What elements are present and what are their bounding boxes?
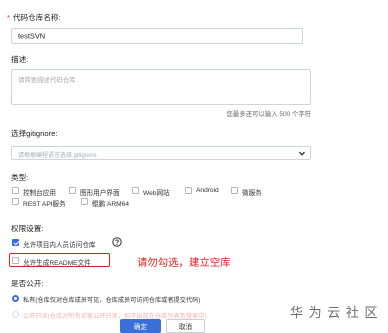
description-textarea[interactable]: 请简要描述代码仓库 [11, 69, 311, 105]
generate-readme-label: 允许生成README文件 [23, 260, 91, 267]
repo-name-value: testSVN [18, 31, 46, 41]
type-checkbox-microservice[interactable] [231, 187, 238, 194]
private-radio[interactable] [12, 295, 19, 302]
cancel-button[interactable]: 取消 [166, 319, 205, 333]
public-radio[interactable] [12, 311, 19, 318]
type-option-microservice: 微服务 [242, 190, 262, 197]
type-checkbox-android[interactable] [185, 187, 192, 194]
type-checkbox-rest[interactable] [12, 198, 19, 205]
required-mark: * [7, 13, 10, 22]
repo-name-label: * 代码仓库名称: [7, 13, 61, 22]
visibility-label: 是否公开: [11, 279, 44, 288]
gitignore-placeholder: 请根据编程语言选择.gitignore [18, 153, 97, 159]
char-count-hint: 您最多还可以输入 500 个字符 [226, 111, 311, 118]
type-option-rest: REST API服务 [23, 201, 66, 208]
annotation-text: 请勿勾选，建立空库 [137, 258, 231, 269]
repo-name-input[interactable]: testSVN [11, 28, 303, 44]
watermark: 华 为 云 社 区 [290, 305, 379, 320]
chevron-down-icon [299, 151, 305, 156]
gitignore-select[interactable]: 请根据编程语言选择.gitignore [11, 146, 311, 160]
type-label: 类型: [11, 173, 29, 182]
help-icon[interactable] [112, 237, 122, 247]
type-checkbox-gui[interactable] [69, 187, 76, 194]
generate-readme-checkbox[interactable] [12, 257, 19, 264]
type-option-arm64: 鲲鹏 ARM64 [92, 201, 130, 208]
gitignore-label: 选择gitignore: [11, 129, 58, 138]
permission-label: 权限设置: [11, 224, 44, 233]
private-option-label: 私有(仓库仅对仓库成员可见，仓库成员可访问仓库或者提交代码) [23, 297, 201, 304]
type-option-gui: 图形用户界面 [80, 190, 120, 197]
description-label: 描述: [11, 55, 29, 64]
confirm-button[interactable]: 确定 [120, 319, 161, 333]
type-option-console: 控制台应用 [23, 190, 56, 197]
type-checkbox-console[interactable] [12, 187, 19, 194]
type-option-web: Web网站 [143, 190, 170, 197]
allow-members-label: 允许项目内人员访问仓库 [23, 242, 96, 249]
allow-members-checkbox[interactable] [12, 239, 19, 246]
type-option-android: Android [196, 187, 219, 194]
type-checkbox-web[interactable] [132, 187, 139, 194]
description-placeholder: 请简要描述代码仓库 [18, 77, 76, 84]
type-checkbox-arm64[interactable] [81, 198, 88, 205]
